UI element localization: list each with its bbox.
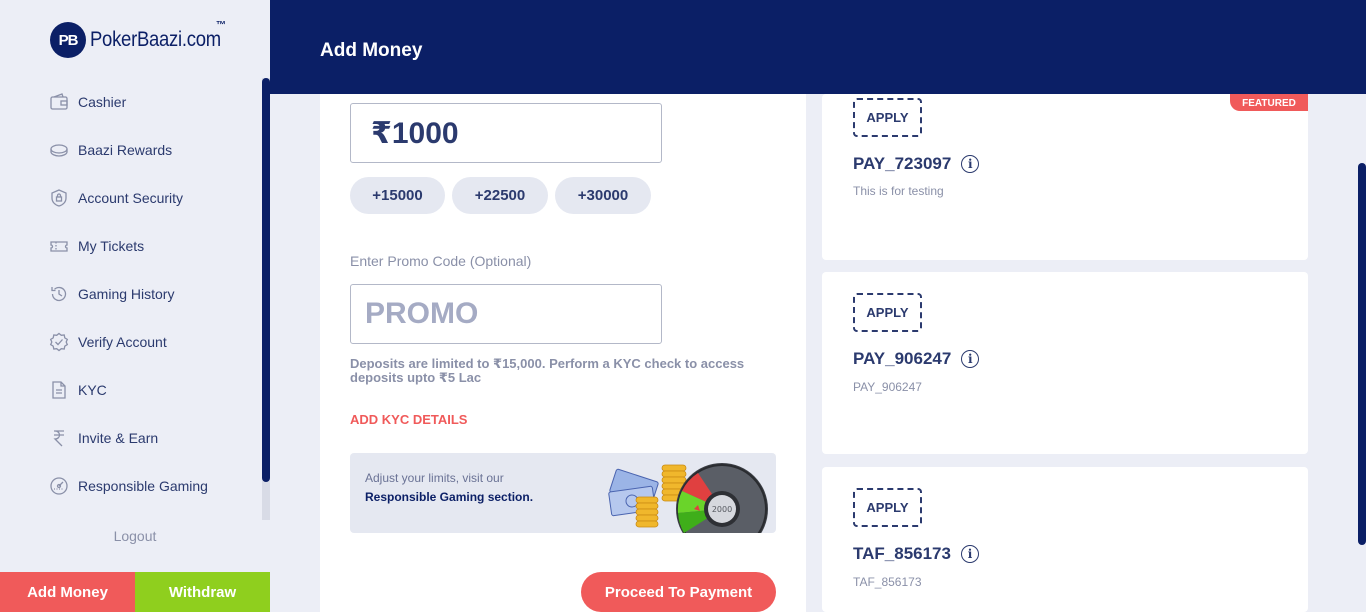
sidebar-item-label: My Tickets — [78, 238, 145, 254]
sidebar-item-label: Gaming History — [78, 286, 175, 302]
offer-code: TAF_856173 i — [853, 544, 979, 564]
sidebar-nav: Cashier Baazi Rewards Account Security M… — [0, 78, 262, 510]
rupee-icon — [48, 427, 70, 449]
money-dial-illustration: 2000 — [608, 463, 768, 533]
info-icon[interactable]: i — [961, 350, 980, 368]
coin-icon — [48, 139, 70, 161]
info-icon[interactable]: i — [961, 155, 980, 173]
logout-link[interactable]: Logout — [0, 528, 270, 544]
sidebar-item-invite-earn[interactable]: Invite & Earn — [0, 414, 262, 462]
shield-icon — [48, 187, 70, 209]
offer-code: PAY_906247 i — [853, 349, 980, 369]
offer-card: FEATURED APPLY PAY_723097 i This is for … — [822, 94, 1308, 260]
offer-code: PAY_723097 i — [853, 154, 980, 174]
quick-amount-chips: +15000 +22500 +30000 — [350, 177, 651, 214]
brand-logo-mark: PB — [50, 22, 86, 58]
sidebar-item-label: KYC — [78, 382, 107, 398]
quick-amount-chip[interactable]: +22500 — [452, 177, 548, 214]
trademark-symbol: ™ — [216, 20, 226, 31]
offer-description: PAY_906247 — [853, 380, 922, 394]
sidebar-item-label: Baazi Rewards — [78, 142, 173, 158]
offer-description: TAF_856173 — [853, 575, 922, 589]
sidebar-item-my-tickets[interactable]: My Tickets — [0, 222, 262, 270]
page-header: Add Money — [270, 0, 1366, 94]
sidebar-item-kyc[interactable]: KYC — [0, 366, 262, 414]
sidebar-item-gaming-history[interactable]: Gaming History — [0, 270, 262, 318]
brand-name: PokerBaazi.com — [90, 28, 221, 51]
quick-amount-chip[interactable]: +30000 — [555, 177, 651, 214]
wallet-icon — [48, 91, 70, 113]
apply-offer-button[interactable]: APPLY — [853, 293, 922, 332]
sidebar-item-label: Invite & Earn — [78, 430, 159, 446]
promo-code-input[interactable] — [350, 284, 662, 344]
add-money-button[interactable]: Add Money — [0, 572, 135, 612]
offer-card: APPLY PAY_906247 i PAY_906247 — [822, 272, 1308, 454]
offer-description: This is for testing — [853, 184, 944, 198]
verified-badge-icon — [48, 331, 70, 353]
gauge-icon — [48, 475, 70, 497]
sidebar-item-account-security[interactable]: Account Security — [0, 174, 262, 222]
quick-amount-chip[interactable]: +15000 — [350, 177, 445, 214]
page-title: Add Money — [320, 40, 423, 61]
add-kyc-details-link[interactable]: ADD KYC DETAILS — [350, 412, 467, 427]
amount-input[interactable]: ₹1000 — [350, 103, 662, 163]
dial-value: 2000 — [712, 505, 732, 514]
add-money-form: ₹1000 +15000 +22500 +30000 Enter Promo C… — [320, 94, 806, 612]
brand-logo[interactable]: PB PokerBaazi.com ™ — [50, 20, 239, 60]
apply-offer-button[interactable]: APPLY — [853, 98, 922, 137]
sidebar-item-label: Verify Account — [78, 334, 167, 350]
offer-code-text: PAY_723097 — [853, 154, 952, 173]
sidebar-item-baazi-rewards[interactable]: Baazi Rewards — [0, 126, 262, 174]
sidebar: PB PokerBaazi.com ™ Cashier Baazi Reward… — [0, 0, 270, 612]
promo-code-label: Enter Promo Code (Optional) — [350, 253, 532, 269]
featured-badge: FEATURED — [1230, 94, 1308, 111]
apply-offer-button[interactable]: APPLY — [853, 488, 922, 527]
offer-code-text: PAY_906247 — [853, 349, 952, 368]
sidebar-item-label: Cashier — [78, 94, 127, 110]
document-icon — [48, 379, 70, 401]
responsible-gaming-banner[interactable]: Adjust your limits, visit our Responsibl… — [350, 453, 776, 533]
sidebar-item-verify-account[interactable]: Verify Account — [0, 318, 262, 366]
sidebar-item-responsible-gaming[interactable]: Responsible Gaming — [0, 462, 262, 510]
dial-icon — [676, 463, 768, 533]
info-icon[interactable]: i — [960, 545, 979, 563]
ticket-icon — [48, 235, 70, 257]
sidebar-item-label: Responsible Gaming — [78, 478, 208, 494]
sidebar-item-cashier[interactable]: Cashier — [0, 78, 262, 126]
sidebar-item-label: Account Security — [78, 190, 184, 206]
withdraw-button[interactable]: Withdraw — [135, 572, 270, 612]
deposit-limit-note: Deposits are limited to ₹15,000. Perform… — [350, 356, 745, 385]
proceed-to-payment-button[interactable]: Proceed To Payment — [581, 572, 776, 612]
sidebar-scrollbar-thumb[interactable] — [262, 78, 270, 482]
history-icon — [48, 283, 70, 305]
offer-code-text: TAF_856173 — [853, 544, 951, 563]
banner-link-text: Responsible Gaming section. — [365, 490, 534, 504]
offer-card: APPLY TAF_856173 i TAF_856173 — [822, 467, 1308, 612]
banner-text: Adjust your limits, visit our — [365, 471, 504, 485]
main-scrollbar-thumb[interactable] — [1358, 163, 1366, 545]
